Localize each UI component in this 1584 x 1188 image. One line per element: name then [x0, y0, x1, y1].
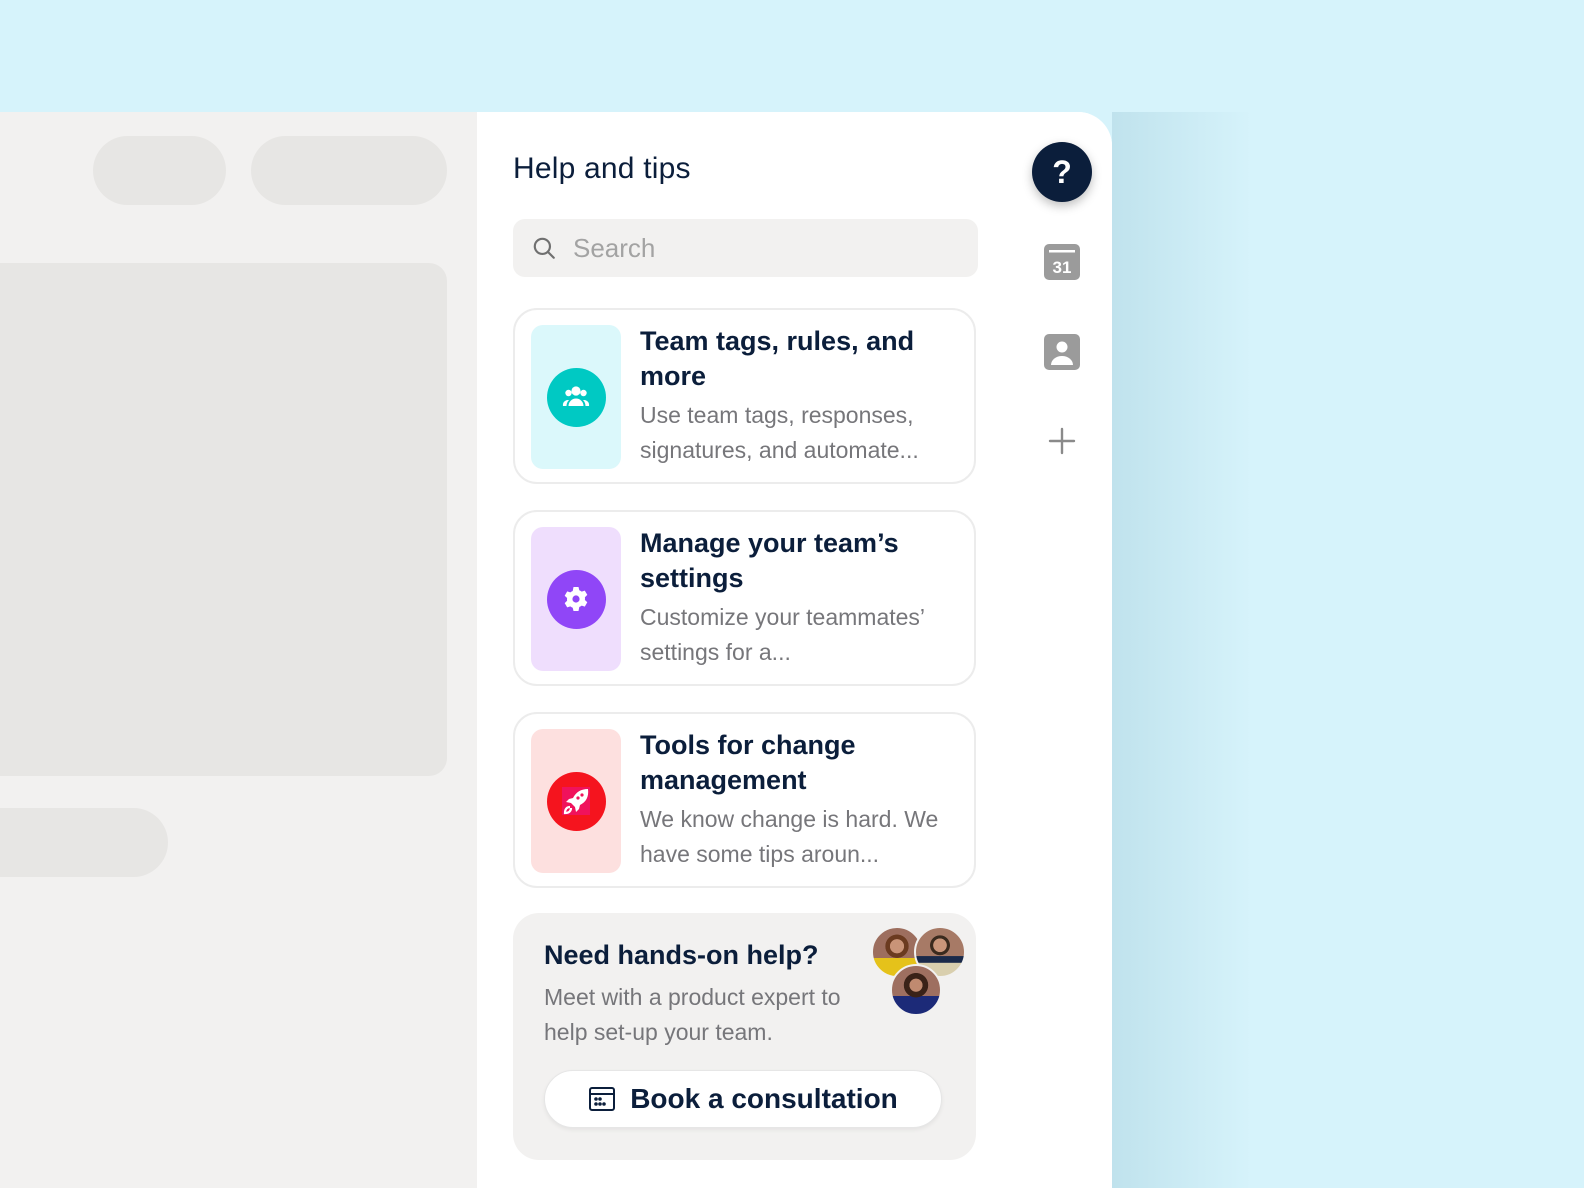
app-window: Help and tips Search Team tags, rules, a… [0, 112, 1112, 1188]
svg-text:31: 31 [1053, 258, 1072, 277]
skeleton-pill [0, 808, 168, 877]
main-content-placeholder [0, 112, 477, 1188]
panel-title: Help and tips [513, 152, 691, 185]
help-button[interactable]: ? [1032, 142, 1092, 202]
card-thumbnail [531, 527, 621, 671]
calendar-icon: 31 [1044, 244, 1080, 280]
background-shadow [1112, 112, 1252, 1188]
card-description: We know change is hard. We have some tip… [640, 806, 939, 867]
search-icon [533, 237, 555, 259]
rocket-icon [546, 771, 606, 831]
team-icon [546, 367, 606, 427]
skeleton-pill [251, 136, 447, 205]
book-consultation-label: Book a consultation [630, 1083, 898, 1114]
help-card-change-management[interactable]: Tools for change management We know chan… [513, 712, 976, 888]
gear-icon [546, 569, 606, 629]
card-title: Team tags, rules, and more [640, 326, 915, 391]
card-title: Tools for change management [640, 730, 856, 795]
contact-icon [1044, 334, 1080, 370]
search-box[interactable] [513, 218, 978, 278]
card-description: Customize your teammates’ settings for a… [640, 604, 925, 665]
consultation-description: Meet with a product expert to help set-u… [544, 984, 841, 1045]
plus-icon [1048, 427, 1076, 455]
add-app-button[interactable] [1047, 426, 1077, 456]
contacts-app-button[interactable] [1044, 334, 1080, 370]
skeleton-pill [93, 136, 226, 205]
calendar-app-button[interactable]: 31 [1044, 244, 1080, 280]
help-card-team-settings[interactable]: Manage your team’s settings Customize yo… [513, 510, 976, 686]
expert-avatar [890, 964, 942, 1016]
card-description: Use team tags, responses, signatures, an… [640, 402, 919, 463]
search-input[interactable] [571, 218, 978, 278]
help-card-team-tags[interactable]: Team tags, rules, and more Use team tags… [513, 308, 976, 484]
skeleton-block [0, 263, 447, 776]
help-icon: ? [1052, 153, 1072, 190]
card-title: Manage your team’s settings [640, 528, 899, 593]
book-consultation-button[interactable]: Book a consultation [544, 1070, 942, 1128]
right-rail: ? 31 [1012, 112, 1112, 1188]
consultation-card: Need hands-on help? Meet with a product … [513, 913, 976, 1160]
calendar-icon [589, 1087, 616, 1111]
card-thumbnail [531, 729, 621, 873]
help-panel: Help and tips Search Team tags, rules, a… [477, 112, 1014, 1188]
card-thumbnail [531, 325, 621, 469]
consultation-title: Need hands-on help? [544, 940, 819, 970]
